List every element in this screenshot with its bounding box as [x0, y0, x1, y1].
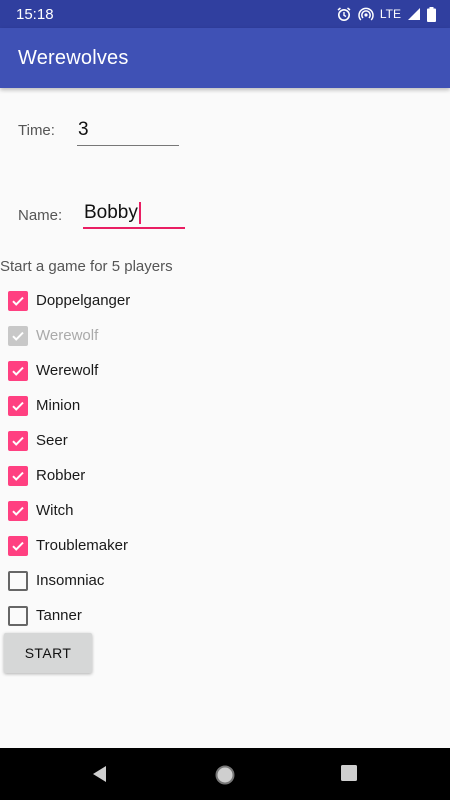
time-label: Time:: [18, 122, 55, 139]
role-item: Werewolf: [7, 318, 130, 353]
role-checkbox[interactable]: [8, 360, 28, 381]
role-checkbox: [8, 325, 28, 346]
recents-icon[interactable]: [340, 764, 358, 782]
back-icon[interactable]: [90, 764, 108, 784]
role-label: Minion: [36, 397, 81, 414]
role-item[interactable]: Robber: [7, 458, 130, 493]
role-checkbox[interactable]: [8, 290, 28, 311]
role-checkbox[interactable]: [8, 535, 28, 556]
role-label: Werewolf: [36, 327, 99, 344]
role-label: Witch: [36, 502, 74, 519]
role-checkbox[interactable]: [8, 430, 28, 451]
checkmark-icon: [12, 471, 24, 481]
checkmark-icon: [12, 436, 24, 446]
role-label: Werewolf: [36, 362, 99, 379]
checkmark-icon: [12, 541, 24, 551]
role-checkbox[interactable]: [8, 395, 28, 416]
status-bar: 15:18 LTE: [0, 0, 450, 28]
app-title: Werewolves: [18, 46, 129, 69]
hotspot-icon: [358, 6, 374, 22]
role-label: Troublemaker: [36, 537, 128, 554]
role-item[interactable]: Werewolf: [7, 353, 130, 388]
players-count-text: Start a game for 5 players: [0, 258, 173, 275]
battery-icon: [427, 6, 436, 22]
text-cursor: [138, 201, 141, 224]
role-label: Robber: [36, 467, 86, 484]
app-bar: Werewolves: [0, 28, 450, 88]
role-item[interactable]: Minion: [7, 388, 130, 423]
role-label: Tanner: [36, 607, 82, 624]
role-item[interactable]: Insomniac: [7, 563, 130, 598]
role-item[interactable]: Doppelganger: [7, 283, 130, 318]
role-item[interactable]: Troublemaker: [7, 528, 130, 563]
role-label: Seer: [36, 432, 68, 449]
name-field[interactable]: Bobby: [83, 201, 185, 229]
role-checkbox[interactable]: [8, 465, 28, 486]
alarm-icon: [336, 6, 352, 22]
role-label: Doppelganger: [36, 292, 131, 309]
network-type-label: LTE: [379, 7, 401, 21]
status-time: 15:18: [16, 5, 54, 23]
signal-icon: [407, 7, 421, 21]
start-button[interactable]: START: [4, 633, 92, 673]
role-checkbox[interactable]: [8, 500, 28, 521]
navigation-bar: [0, 748, 450, 800]
role-item[interactable]: Seer: [7, 423, 130, 458]
role-item[interactable]: Tanner: [7, 598, 130, 633]
role-list: Doppelganger Werewolf Werewolf Minion Seer Ro…: [7, 283, 130, 633]
role-checkbox[interactable]: [8, 605, 28, 626]
home-icon[interactable]: [214, 764, 236, 786]
name-label: Name:: [18, 207, 63, 224]
role-label: Insomniac: [36, 572, 105, 589]
name-value: Bobby: [84, 202, 138, 223]
checkmark-icon: [12, 366, 24, 376]
checkmark-icon: [12, 401, 24, 411]
checkmark-icon: [12, 506, 24, 516]
time-value: 3: [78, 119, 89, 140]
time-field[interactable]: 3: [77, 118, 179, 146]
role-checkbox[interactable]: [8, 570, 28, 591]
status-icons: LTE: [336, 6, 436, 22]
role-item[interactable]: Witch: [7, 493, 130, 528]
checkmark-icon: [12, 331, 24, 341]
checkmark-icon: [12, 296, 24, 306]
